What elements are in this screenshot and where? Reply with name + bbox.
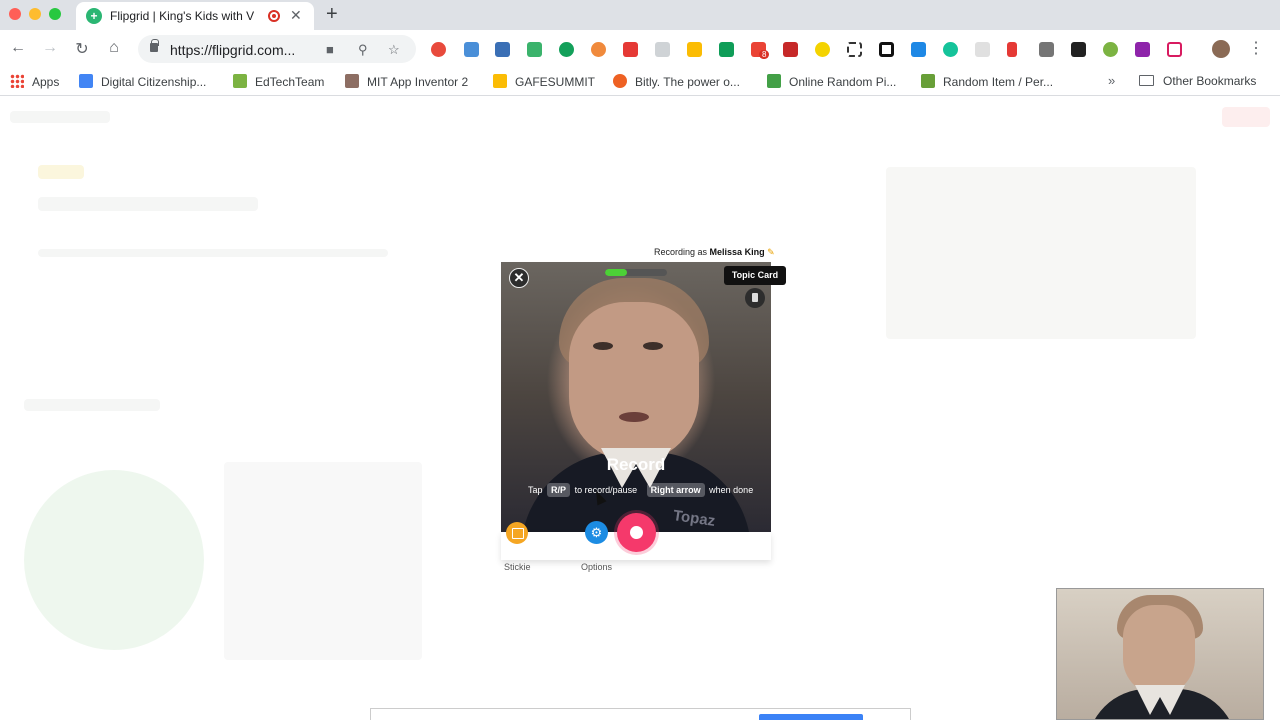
extension-icon-6[interactable] (591, 42, 606, 57)
ghost-badge (38, 165, 84, 179)
tab-close-icon[interactable]: ✕ (290, 7, 302, 24)
tab-title: Flipgrid | King's Kids with V (110, 9, 255, 23)
screenshot-icon[interactable] (847, 42, 862, 57)
extension-icon-19[interactable] (1071, 42, 1086, 57)
bookmark-favicon-icon (767, 74, 781, 88)
flipgrid-favicon-icon: + (86, 8, 102, 24)
key-right-arrow-badge: Right arrow (646, 483, 705, 497)
google-classroom-icon[interactable] (719, 42, 734, 57)
extension-icon-20[interactable] (1103, 42, 1118, 57)
extension-icon-13[interactable] (879, 42, 894, 57)
bottom-banner (370, 708, 911, 720)
profile-avatar[interactable] (1212, 40, 1230, 58)
reload-icon[interactable]: ↻ (72, 39, 92, 59)
url-text: https://flipgrid.com... (170, 42, 296, 58)
browser-toolbar: ← → ↻ ⌂ https://flipgrid.com... ■ ⚲ ☆ 8 … (0, 30, 1280, 68)
bookmark-favicon-icon (79, 74, 93, 88)
grammarly-icon[interactable] (943, 42, 958, 57)
ghost-header-button (1222, 107, 1270, 127)
bookmark-favicon-icon (613, 74, 627, 88)
gmail-icon[interactable]: 8 (751, 42, 770, 59)
ghost-response-card (224, 462, 422, 660)
apps-grid-icon (10, 74, 24, 88)
extension-icon-21[interactable] (1135, 42, 1150, 57)
extension-icon-1[interactable] (431, 42, 446, 57)
record-title: Record (606, 455, 666, 474)
camera-preview: Topaz ✕ Record Tap R/P to record/pause R… (501, 262, 771, 532)
extension-icon-2[interactable] (464, 42, 479, 57)
options-button[interactable]: ⚙ (585, 521, 608, 544)
close-recorder-button[interactable]: ✕ (509, 268, 529, 288)
other-bookmarks-folder[interactable]: Other Bookmarks (1139, 74, 1256, 88)
window-minimize-button[interactable] (29, 8, 41, 20)
extension-icon-7[interactable] (623, 42, 638, 57)
options-label: Options (581, 562, 613, 572)
bookmark-random-item[interactable]: Random Item / Per... (921, 74, 1053, 89)
bookmark-favicon-icon (493, 74, 507, 88)
bookmark-favicon-icon (345, 74, 359, 88)
ghost-add-response-circle (24, 470, 204, 650)
recording-as-name: Melissa King (709, 247, 765, 257)
gmail-badge: 8 (759, 50, 770, 59)
new-tab-button[interactable]: + (326, 3, 338, 26)
ghost-responses-heading (24, 399, 160, 411)
bookmark-bitly[interactable]: Bitly. The power o... (613, 74, 740, 89)
bookmark-favicon-icon (233, 74, 247, 88)
recording-progress-fill (605, 269, 627, 276)
extension-icon-11[interactable] (815, 42, 830, 57)
bookmarks-overflow-button[interactable]: » (1108, 73, 1115, 88)
forward-arrow-icon[interactable]: → (40, 39, 60, 57)
record-button[interactable] (617, 513, 656, 552)
window-close-button[interactable] (9, 8, 21, 20)
window-zoom-button[interactable] (49, 8, 61, 20)
bookmarks-bar: Apps Digital Citizenship... EdTechTeam M… (0, 68, 1280, 96)
bookmark-gafesummit[interactable]: GAFESUMMIT (493, 74, 595, 89)
pen-icon[interactable] (1007, 42, 1017, 57)
bookmark-online-random-picker[interactable]: Online Random Pi... (767, 74, 896, 89)
browser-menu-icon[interactable]: ⋮ (1248, 38, 1264, 58)
recording-progress-bar (605, 269, 667, 276)
extension-icon-16[interactable] (975, 42, 990, 57)
recording-indicator-icon (268, 10, 280, 22)
browser-tab[interactable]: + Flipgrid | King's Kids with V ✕ (76, 2, 314, 30)
record-hint: Tap R/P to record/pause Right arrow when… (528, 483, 754, 497)
topic-card-button[interactable]: Topic Card (724, 266, 786, 285)
tab-bar: + Flipgrid | King's Kids with V ✕ + (0, 0, 1280, 30)
extension-icon-8[interactable] (655, 42, 670, 57)
address-bar[interactable]: https://flipgrid.com... ■ ⚲ ☆ (138, 35, 416, 63)
bookmark-favicon-icon (921, 74, 935, 88)
bottom-banner-button[interactable] (759, 714, 863, 720)
stickie-label: Stickie (504, 562, 531, 572)
back-arrow-icon[interactable]: ← (8, 39, 28, 57)
google-drive-icon[interactable] (687, 42, 702, 57)
bookmark-edtechteam[interactable]: EdTechTeam (233, 74, 324, 89)
ghost-topic-media (886, 167, 1196, 339)
folder-icon (1139, 75, 1154, 86)
bookmark-digital-citizenship[interactable]: Digital Citizenship... (79, 74, 206, 89)
ghost-topic-title (38, 197, 258, 211)
webcam-self-view[interactable] (1056, 588, 1264, 720)
camera-in-use-icon[interactable]: ■ (326, 42, 334, 57)
lock-icon (150, 39, 159, 52)
extension-icon-14[interactable] (911, 42, 926, 57)
bookmark-apps[interactable]: Apps (10, 74, 59, 89)
extension-icon-10[interactable] (783, 42, 798, 57)
bookmark-star-icon[interactable]: ☆ (388, 42, 400, 58)
zoom-icon[interactable]: ⚲ (358, 42, 368, 58)
bookmark-mit-app-inventor[interactable]: MIT App Inventor 2 (345, 74, 468, 89)
recording-as-label: Recording as Melissa King ✎ (654, 247, 775, 257)
extension-icon-4[interactable] (527, 42, 542, 57)
extension-icon-22[interactable] (1167, 42, 1182, 57)
ghost-topic-text (38, 249, 388, 257)
read-aloud-icon[interactable] (1039, 42, 1054, 57)
key-rp-badge: R/P (547, 483, 571, 497)
ghost-header-logo (10, 111, 110, 123)
extension-icon-3[interactable] (495, 42, 510, 57)
topic-card-note-icon[interactable] (745, 288, 765, 308)
home-icon[interactable]: ⌂ (104, 39, 124, 57)
edit-pencil-icon[interactable]: ✎ (767, 247, 775, 257)
stickie-button[interactable] (506, 522, 528, 544)
extension-icon-5[interactable] (559, 42, 574, 57)
